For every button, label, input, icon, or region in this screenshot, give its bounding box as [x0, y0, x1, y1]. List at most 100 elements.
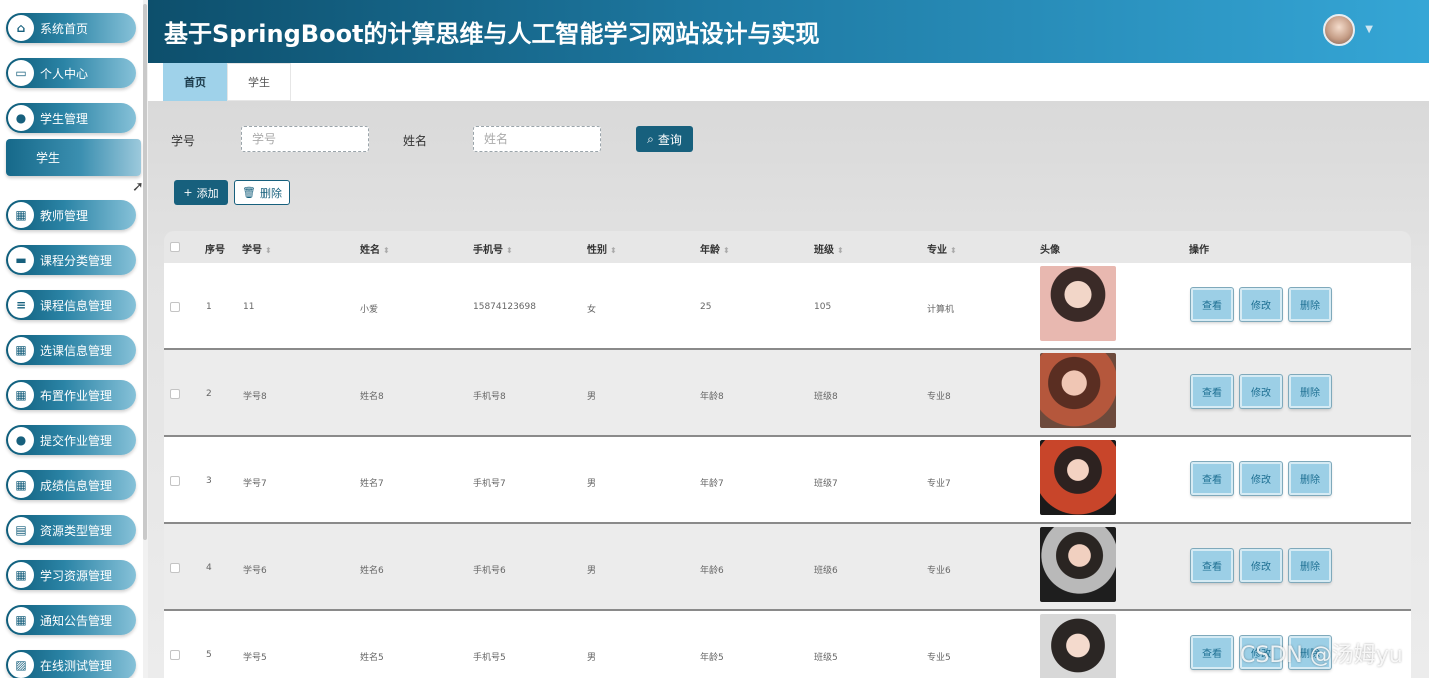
column-header-class[interactable]: 班级 ⬍	[814, 241, 844, 256]
sidebar-item-resource-types[interactable]: ▤ 资源类型管理	[6, 515, 136, 545]
add-button[interactable]: + 添加	[174, 180, 228, 205]
sidebar-item-grades[interactable]: ▦ 成绩信息管理	[6, 470, 136, 500]
trash-icon: 🗑	[242, 186, 256, 199]
cell-index: 4	[206, 563, 212, 573]
sidebar-item-label: 学习资源管理	[40, 568, 113, 583]
cell-index: 2	[206, 389, 212, 399]
sidebar-item-label: 选课信息管理	[40, 343, 113, 358]
cell-major: 专业7	[927, 479, 951, 489]
sidebar-subitem-student[interactable]: 学生	[6, 139, 141, 176]
sidebar-item-home[interactable]: ⌂ 系统首页	[6, 13, 136, 43]
sidebar-item-enrollment[interactable]: ▦ 选课信息管理	[6, 335, 136, 365]
table-row: 1 11 小爱 15874123698 女 25 105 计算机 查看 修改 删…	[164, 263, 1411, 350]
avatar-photo	[1040, 353, 1116, 428]
view-button[interactable]: 查看	[1191, 549, 1233, 582]
cell-gender: 男	[587, 392, 597, 402]
sidebar-item-label: 教师管理	[40, 208, 89, 223]
view-button[interactable]: 查看	[1191, 375, 1233, 408]
batch-delete-button[interactable]: 🗑 删除	[234, 180, 290, 205]
student-no-input[interactable]	[241, 126, 369, 152]
sidebar-item-label: 系统首页	[40, 21, 89, 36]
edit-button[interactable]: 修改	[1240, 462, 1282, 495]
avatar-photo	[1040, 527, 1116, 602]
sort-icon[interactable]: ⬍	[723, 246, 730, 255]
cell-age: 25	[700, 302, 712, 312]
cell-phone: 15874123698	[473, 302, 536, 312]
cell-index: 3	[206, 476, 212, 486]
row-checkbox[interactable]	[170, 476, 180, 486]
sort-icon[interactable]: ⬍	[265, 246, 272, 255]
caret-down-icon[interactable]: ▼	[1365, 24, 1373, 35]
sort-icon[interactable]: ⬍	[950, 246, 957, 255]
row-checkbox[interactable]	[170, 650, 180, 660]
sidebar-item-learning-resources[interactable]: ▦ 学习资源管理	[6, 560, 136, 590]
cell-major: 专业8	[927, 392, 951, 402]
column-header-student-no[interactable]: 学号 ⬍	[242, 241, 272, 256]
view-button[interactable]: 查看	[1191, 462, 1233, 495]
briefcase-icon: ▤	[8, 517, 34, 543]
sidebar-item-assign-homework[interactable]: ▦ 布置作业管理	[6, 380, 136, 410]
row-checkbox[interactable]	[170, 563, 180, 573]
row-checkbox[interactable]	[170, 389, 180, 399]
watermark-text: CSDN @汤姆yu	[1240, 643, 1403, 668]
page-title: 基于SpringBoot的计算思维与人工智能学习网站设计与实现	[164, 20, 820, 48]
top-header: 基于SpringBoot的计算思维与人工智能学习网站设计与实现 ▼	[148, 0, 1429, 63]
user-avatar[interactable]	[1323, 14, 1355, 46]
delete-button[interactable]: 删除	[1289, 375, 1331, 408]
view-button[interactable]: 查看	[1191, 288, 1233, 321]
sidebar-item-submit-homework[interactable]: ● 提交作业管理	[6, 425, 136, 455]
edit-button[interactable]: 修改	[1240, 375, 1282, 408]
sidebar-item-announcements[interactable]: ▦ 通知公告管理	[6, 605, 136, 635]
cell-age: 年龄6	[700, 566, 724, 576]
row-checkbox[interactable]	[170, 302, 180, 312]
sidebar-item-students[interactable]: ● 学生管理	[6, 103, 136, 133]
column-header-gender[interactable]: 性别 ⬍	[587, 241, 617, 256]
cell-class: 班级8	[814, 392, 838, 402]
cell-gender: 男	[587, 479, 597, 489]
cell-student-no: 学号8	[243, 392, 267, 402]
edit-button[interactable]: 修改	[1240, 288, 1282, 321]
sidebar-item-teachers[interactable]: ▦ 教师管理	[6, 200, 136, 230]
delete-button[interactable]: 删除	[1289, 462, 1331, 495]
sort-icon[interactable]: ⬍	[610, 246, 617, 255]
sidebar-item-profile[interactable]: ▭ 个人中心	[6, 58, 136, 88]
column-header-phone[interactable]: 手机号 ⬍	[473, 241, 513, 256]
cell-name: 姓名5	[360, 653, 384, 663]
column-header-label: 手机号	[473, 245, 503, 256]
sidebar-scrollbar-thumb[interactable]	[143, 4, 147, 540]
edit-button[interactable]: 修改	[1240, 549, 1282, 582]
sort-icon[interactable]: ⬍	[506, 246, 513, 255]
grid-icon: ▦	[8, 337, 34, 363]
column-header-label: 专业	[927, 245, 947, 256]
sort-icon[interactable]: ⬍	[383, 246, 390, 255]
sidebar-item-label: 在线测试管理	[40, 658, 113, 673]
student-table: 序号 学号 ⬍ 姓名 ⬍ 手机号 ⬍ 性别 ⬍ 年龄 ⬍ 班级 ⬍ 专业 ⬍ 头像 操作 1 …	[164, 231, 1411, 678]
chart-icon: ▨	[8, 652, 34, 678]
cell-gender: 女	[587, 305, 597, 315]
cell-index: 1	[206, 302, 212, 312]
column-header-age[interactable]: 年龄 ⬍	[700, 241, 730, 256]
table-icon: ▦	[8, 607, 34, 633]
column-header-name[interactable]: 姓名 ⬍	[360, 241, 390, 256]
column-header-major[interactable]: 专业 ⬍	[927, 241, 957, 256]
search-button[interactable]: ⌕ 查询	[636, 126, 693, 152]
delete-button[interactable]: 删除	[1289, 549, 1331, 582]
cell-major: 计算机	[927, 305, 955, 315]
table-row: 5 学号5 姓名5 手机号5 男 年龄5 班级5 专业5 查看 修改 删除	[164, 611, 1411, 678]
name-input[interactable]	[473, 126, 601, 152]
sidebar-item-course-category[interactable]: ▬ 课程分类管理	[6, 245, 136, 275]
tab-home[interactable]: 首页	[163, 63, 227, 101]
sort-icon[interactable]: ⬍	[837, 246, 844, 255]
grid-icon: ▦	[8, 382, 34, 408]
cell-name: 姓名6	[360, 566, 384, 576]
view-button[interactable]: 查看	[1191, 636, 1233, 669]
select-all-checkbox[interactable]	[170, 242, 180, 252]
sidebar-item-course-info[interactable]: ≡ 课程信息管理	[6, 290, 136, 320]
cell-student-no: 11	[243, 302, 255, 312]
sidebar-item-online-test[interactable]: ▨ 在线测试管理	[6, 650, 136, 678]
avatar-photo	[1040, 266, 1116, 341]
tab-student[interactable]: 学生	[227, 63, 291, 101]
delete-button-label: 删除	[259, 186, 282, 200]
delete-button[interactable]: 删除	[1289, 288, 1331, 321]
column-header-label: 性别	[587, 245, 607, 256]
